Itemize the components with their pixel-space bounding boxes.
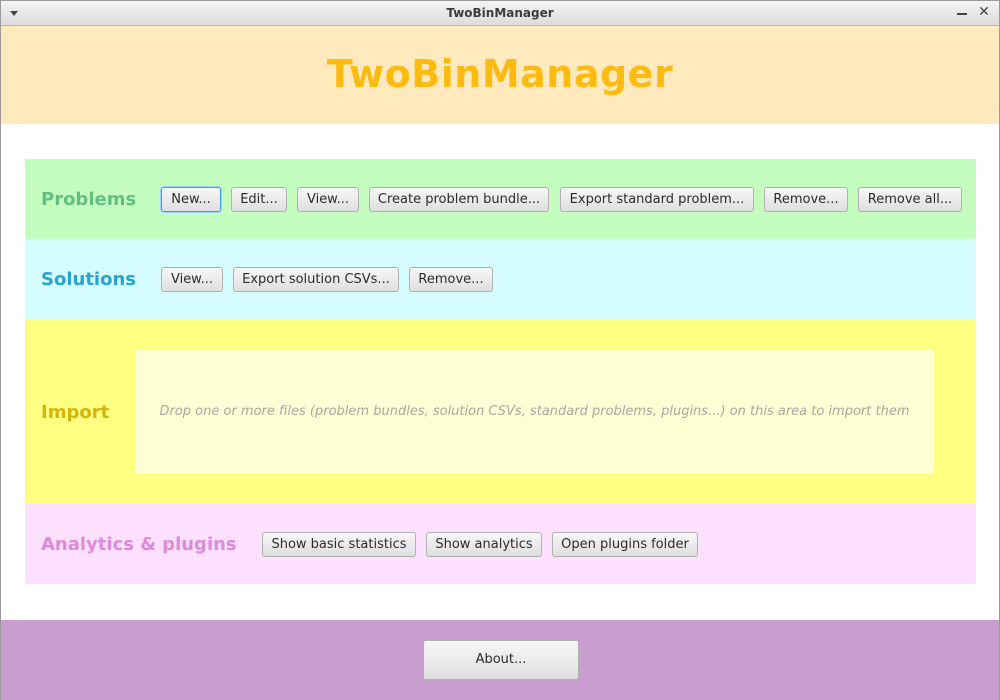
remove-problem-button[interactable]: Remove... [764,187,848,212]
drop-area-hint: Drop one or more files (problem bundles,… [159,404,910,419]
new-problem-button[interactable]: New... [161,187,221,212]
analytics-label: Analytics & plugins [41,534,237,555]
export-standard-problem-button[interactable]: Export standard problem... [560,187,754,212]
close-icon[interactable]: ✕ [977,4,991,20]
solutions-section: Solutions View... Export solution CSVs..… [25,239,976,319]
app-title: TwoBinManager [326,52,674,96]
app-window: TwoBinManager ✕ TwoBinManager Problems N… [0,0,1000,700]
problems-section: Problems New... Edit... View... Create p… [25,159,976,239]
analytics-section: Analytics & plugins Show basic statistic… [25,504,976,584]
create-problem-bundle-button[interactable]: Create problem bundle... [369,187,549,212]
window-title: TwoBinManager [446,6,554,20]
import-label: Import [41,402,110,423]
about-button[interactable]: About... [423,640,579,680]
import-drop-area[interactable]: Drop one or more files (problem bundles,… [135,350,934,474]
show-basic-statistics-button[interactable]: Show basic statistics [262,532,416,557]
show-analytics-button[interactable]: Show analytics [426,532,542,557]
title-bar[interactable]: TwoBinManager ✕ [1,1,999,26]
problems-label: Problems [41,189,137,210]
solutions-label: Solutions [41,269,136,290]
import-section: Import Drop one or more files (problem b… [25,319,976,504]
view-problem-button[interactable]: View... [297,187,359,212]
minimize-icon[interactable] [955,5,969,19]
app-header: TwoBinManager [1,26,999,124]
view-solution-button[interactable]: View... [161,267,223,292]
remove-all-problems-button[interactable]: Remove all... [858,187,962,212]
app-footer: About... [1,620,999,700]
remove-solution-button[interactable]: Remove... [409,267,493,292]
open-plugins-folder-button[interactable]: Open plugins folder [552,532,698,557]
export-solution-csvs-button[interactable]: Export solution CSVs... [233,267,399,292]
edit-problem-button[interactable]: Edit... [231,187,287,212]
